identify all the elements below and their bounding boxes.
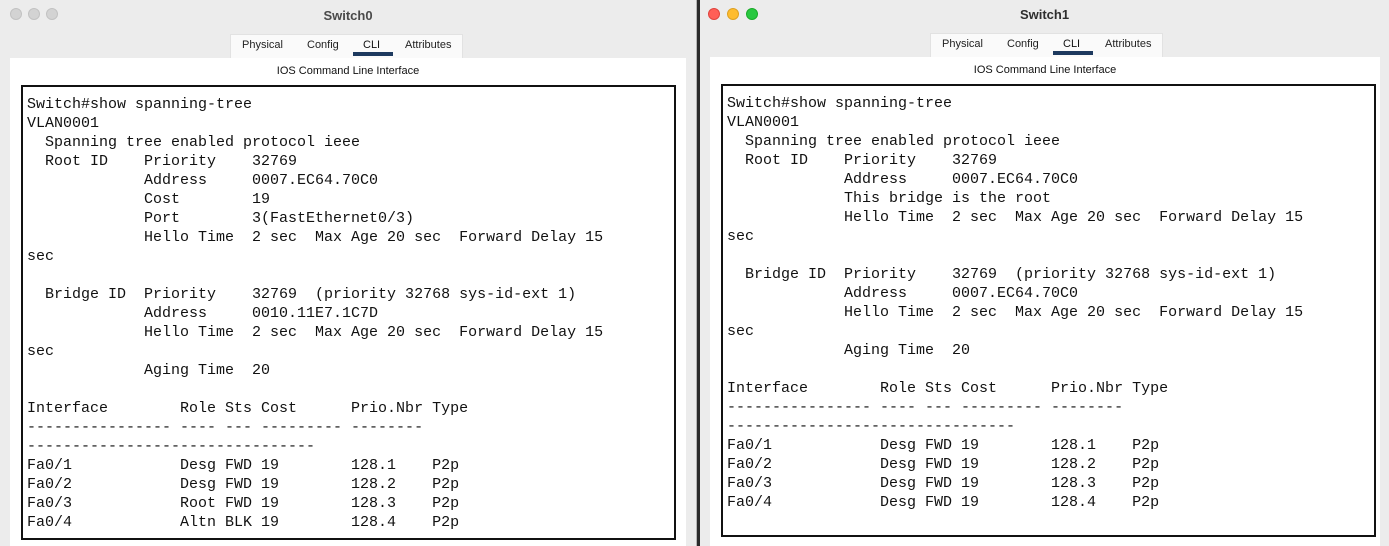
console-output[interactable]: Switch#show spanning-tree VLAN0001 Spann… <box>727 94 1303 512</box>
window-title: Switch1 <box>1019 7 1070 22</box>
active-tab-indicator <box>1053 51 1093 55</box>
title-bar[interactable]: Switch0 <box>0 0 696 30</box>
tab-config[interactable]: Config <box>307 39 339 51</box>
tab-cli[interactable]: CLI <box>363 39 380 51</box>
cli-terminal[interactable]: Switch#show spanning-tree VLAN0001 Spann… <box>721 84 1376 537</box>
tab-bar: Physical Config CLI Attributes <box>230 34 463 58</box>
tab-physical[interactable]: Physical <box>942 38 983 50</box>
tab-physical[interactable]: Physical <box>242 39 283 51</box>
panel-title: IOS Command Line Interface <box>973 64 1117 76</box>
tab-bar: Physical Config CLI Attributes <box>930 33 1163 57</box>
cli-terminal[interactable]: Switch#show spanning-tree VLAN0001 Spann… <box>21 85 676 540</box>
switch0-window: Switch0 Physical Config CLI Attributes I… <box>0 0 697 546</box>
title-bar[interactable]: Switch1 <box>700 0 1389 30</box>
window-title: Switch0 <box>323 8 373 23</box>
tab-attributes[interactable]: Attributes <box>405 39 451 51</box>
cli-panel: IOS Command Line Interface Switch#show s… <box>10 58 686 546</box>
console-output[interactable]: Switch#show spanning-tree VLAN0001 Spann… <box>27 95 603 532</box>
panel-title: IOS Command Line Interface <box>276 65 420 77</box>
tab-cli[interactable]: CLI <box>1063 38 1080 50</box>
cli-panel: IOS Command Line Interface Switch#show s… <box>710 57 1380 546</box>
switch1-window: Switch1 Physical Config CLI Attributes I… <box>700 0 1389 546</box>
tab-attributes[interactable]: Attributes <box>1105 38 1151 50</box>
tab-config[interactable]: Config <box>1007 38 1039 50</box>
active-tab-indicator <box>353 52 393 56</box>
